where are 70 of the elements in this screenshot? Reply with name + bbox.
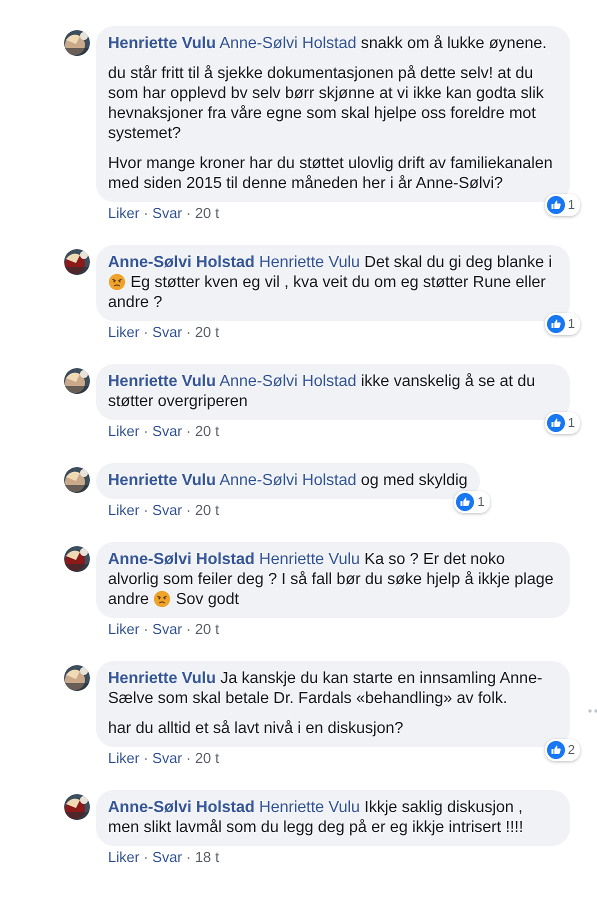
like-link[interactable]: Liker <box>108 502 140 520</box>
like-link[interactable]: Liker <box>108 324 140 342</box>
separator-dot: · <box>142 750 150 768</box>
separator-dot: · <box>185 205 192 223</box>
like-count-badge[interactable]: 1 <box>454 491 490 513</box>
reply-link[interactable]: Svar <box>152 621 182 639</box>
author-link[interactable]: Anne-Sølvi Holstad <box>108 551 255 568</box>
timestamp: 20 t <box>194 621 220 639</box>
separator-dot: · <box>185 621 192 639</box>
like-count-badge[interactable]: 2 <box>544 739 580 761</box>
timestamp: 20 t <box>194 205 220 223</box>
thumbs-up-icon <box>546 741 565 759</box>
timestamp: 18 t <box>194 849 220 867</box>
separator-dot: · <box>142 502 150 520</box>
comment-text: har du alltid et så lavt nivå i en diskusjon? <box>108 719 404 739</box>
comment-text: Henriette Vulu Ja kanskje du kan starte en innsamling Anne-Sælve som skal betale Dr. Fardals «behandling» av folk. <box>108 669 544 709</box>
comment-text: Henriette Vulu Anne-Sølvi Holstad og med skyldig <box>108 471 468 491</box>
thumbs-up-icon <box>546 315 565 333</box>
mention-link[interactable]: Henriette Vulu <box>259 551 360 568</box>
separator-dot: · <box>185 324 192 342</box>
separator-dot: · <box>185 849 192 867</box>
comment-text: du står fritt til å sjekke dokumentasjonen på dette selv! at du som har opplevd bv selv børr skjønne at vi ikke kan godta slik hevnaksjoner fra våre egne som skal hjelpe oss foreldre mot systemet? <box>108 64 545 144</box>
separator-dot: · <box>142 205 150 223</box>
separator-dot: · <box>185 750 192 768</box>
reply-link[interactable]: Svar <box>152 423 182 441</box>
separator-dot: · <box>185 502 192 520</box>
separator-dot: · <box>142 324 150 342</box>
author-link[interactable]: Anne-Sølvi Holstad <box>108 254 255 271</box>
separator-dot: · <box>185 423 192 441</box>
like-link[interactable]: Liker <box>108 750 140 768</box>
mention-link[interactable]: Anne-Sølvi Holstad <box>219 373 356 390</box>
like-link[interactable]: Liker <box>108 423 140 441</box>
comment-text: Hvor mange kroner har du støttet ulovlig drift av familiekanalen med siden 2015 til denne måneden her i år Anne-Sølvi? <box>108 154 554 194</box>
author-link[interactable]: Anne-Sølvi Holstad <box>108 799 255 816</box>
comment-text: Anne-Sølvi Holstad Henriette Vulu Ka so ? Er det noko alvorlig som feiler deg ? I så fall bør du søke hjelp å ikkje plage andre Sov godt <box>108 550 555 610</box>
comment-text: Henriette Vulu Anne-Sølvi Holstad snakk om å lukke øynene. <box>108 34 548 54</box>
mention-link[interactable]: Henriette Vulu <box>259 799 360 816</box>
reply-link[interactable]: Svar <box>152 849 182 867</box>
timestamp: 20 t <box>194 423 220 441</box>
like-link[interactable]: Liker <box>108 621 140 639</box>
timestamp: 20 t <box>194 502 220 520</box>
reply-link[interactable]: Svar <box>152 205 182 223</box>
mention-link[interactable]: Henriette Vulu <box>259 254 360 271</box>
timestamp: 20 t <box>194 750 220 768</box>
separator-dot: · <box>142 621 150 639</box>
author-link[interactable]: Henriette Vulu <box>108 35 216 52</box>
mention-link[interactable]: Anne-Sølvi Holstad <box>219 472 356 489</box>
angry-face-icon <box>153 590 172 608</box>
timestamp: 20 t <box>194 324 220 342</box>
thumbs-up-icon <box>546 414 565 432</box>
thumbs-up-icon <box>546 196 565 214</box>
comment-text: Anne-Sølvi Holstad Henriette Vulu Ikkje saklig diskusjon , men slikt lavmål som du legg deg på er eg ikkje intrisert !!!! <box>108 798 524 838</box>
separator-dot: · <box>142 423 150 441</box>
separator-dot: · <box>142 849 150 867</box>
like-count-badge[interactable]: 1 <box>544 194 580 216</box>
like-link[interactable]: Liker <box>108 849 140 867</box>
author-link[interactable]: Henriette Vulu <box>108 472 216 489</box>
author-link[interactable]: Henriette Vulu <box>108 670 216 687</box>
reply-link[interactable]: Svar <box>152 324 182 342</box>
thumbs-up-icon <box>456 493 474 511</box>
like-count-badge[interactable]: 1 <box>544 313 580 335</box>
author-link[interactable]: Henriette Vulu <box>108 373 216 390</box>
like-link[interactable]: Liker <box>108 205 140 223</box>
like-count-badge[interactable]: 1 <box>544 412 580 434</box>
reply-link[interactable]: Svar <box>152 502 182 520</box>
reply-link[interactable]: Svar <box>152 750 182 768</box>
comment-text: Henriette Vulu Anne-Sølvi Holstad ikke vanskelig å se at du støtter overgriperen <box>108 372 536 412</box>
comment-text: Anne-Sølvi Holstad Henriette Vulu Det skal du gi deg blanke i Eg støtter kven eg vil , kva veit du om eg støtter Rune eller andre ? <box>108 253 554 313</box>
angry-face-icon <box>108 273 126 291</box>
mention-link[interactable]: Anne-Sølvi Holstad <box>219 35 356 52</box>
